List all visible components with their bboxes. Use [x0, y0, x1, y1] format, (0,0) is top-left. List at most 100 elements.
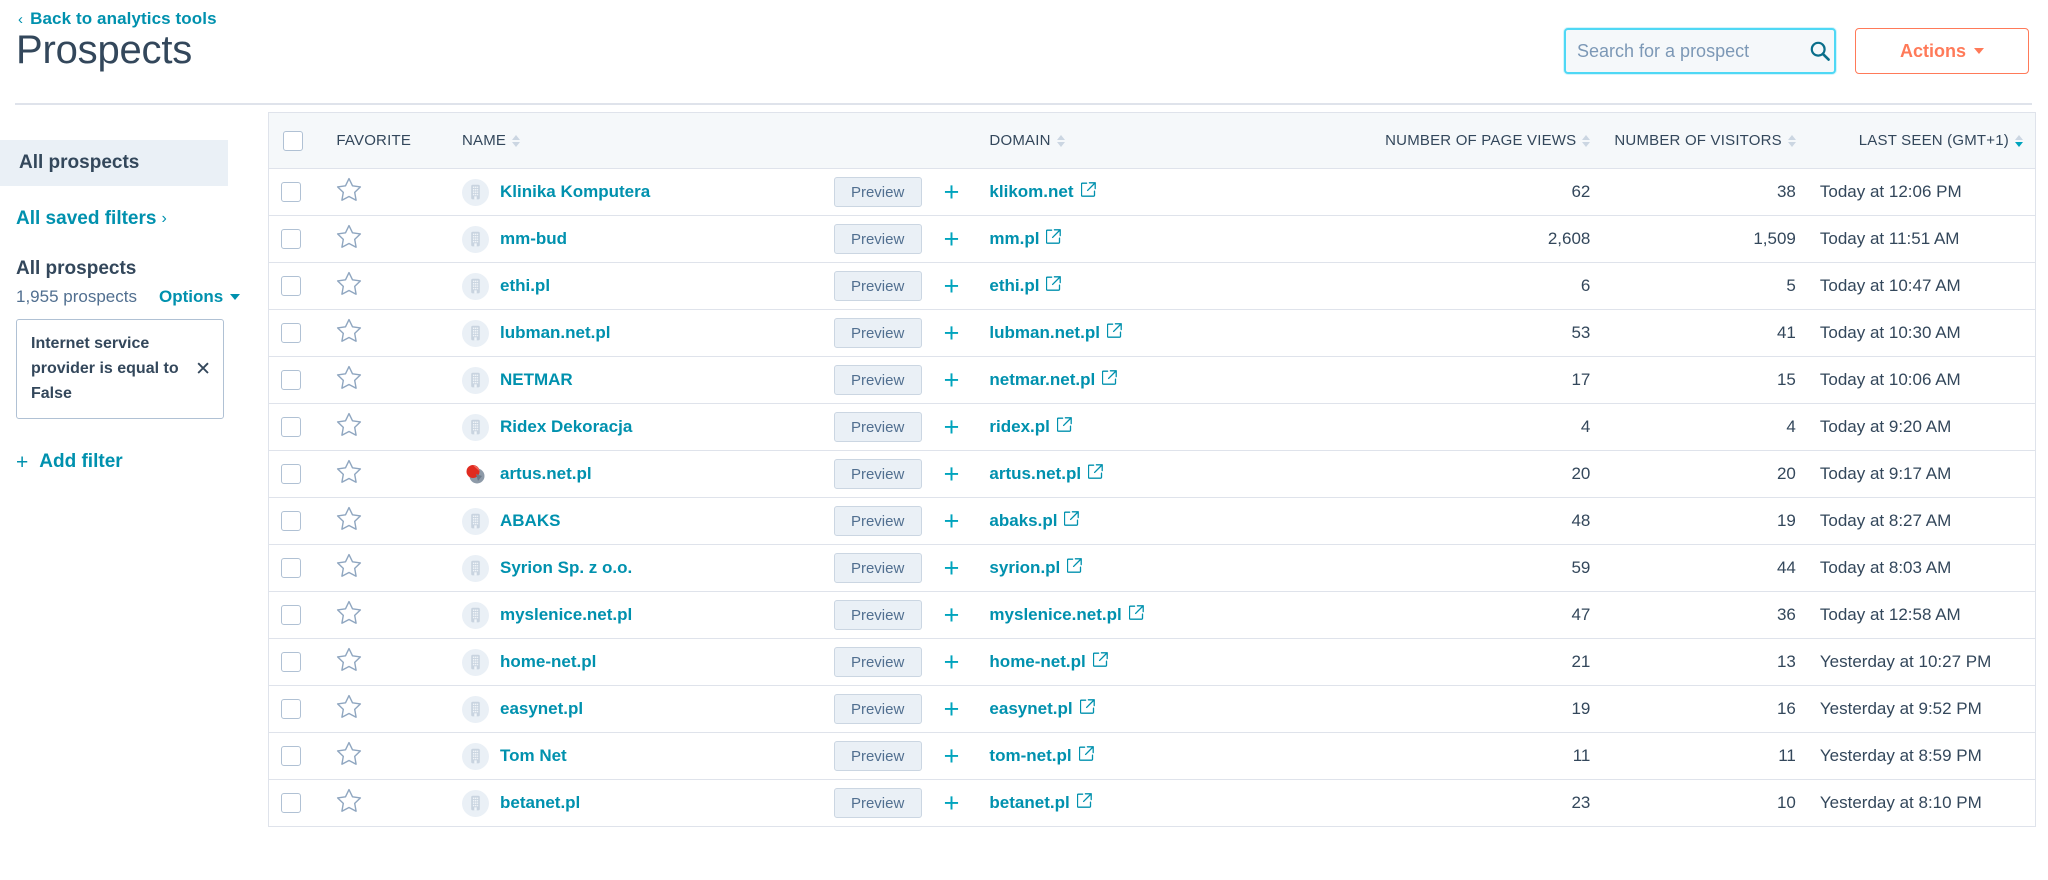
- row-checkbox[interactable]: [281, 652, 301, 672]
- back-to-analytics-tools-link[interactable]: ‹ Back to analytics tools: [18, 9, 217, 29]
- domain-link[interactable]: netmar.net.pl: [989, 370, 1095, 390]
- table-row[interactable]: betanet.pl Preview + betanet.pl 23 10 Yesterda…: [269, 780, 2036, 827]
- preview-button[interactable]: Preview: [833, 177, 922, 207]
- preview-button[interactable]: Preview: [833, 412, 922, 442]
- domain-link[interactable]: ridex.pl: [989, 417, 1049, 437]
- preview-button[interactable]: Preview: [833, 318, 922, 348]
- star-outline-icon[interactable]: [336, 177, 438, 207]
- column-header-visitors[interactable]: NUMBER OF VISITORS: [1602, 112, 1808, 169]
- star-outline-icon[interactable]: [336, 412, 438, 442]
- star-outline-icon[interactable]: [336, 459, 438, 489]
- table-row[interactable]: NETMAR Preview + netmar.net.pl 17 15 Today at …: [268, 356, 2036, 404]
- column-header-last-seen[interactable]: LAST SEEN (GMT+1): [1807, 112, 2036, 169]
- prospect-name-link[interactable]: Klinika Komputera: [500, 182, 650, 202]
- star-outline-icon[interactable]: [336, 506, 438, 536]
- row-checkbox[interactable]: [281, 276, 301, 296]
- plus-icon[interactable]: +: [944, 413, 960, 441]
- options-dropdown[interactable]: Options: [159, 287, 241, 307]
- prospect-name-link[interactable]: ABAKS: [500, 511, 560, 531]
- prospect-name-link[interactable]: easynet.pl: [500, 699, 583, 719]
- plus-icon[interactable]: +: [944, 460, 960, 488]
- external-link-icon[interactable]: [1046, 276, 1062, 296]
- domain-link[interactable]: ethi.pl: [989, 276, 1039, 296]
- add-filter-button[interactable]: + Add filter: [16, 451, 268, 473]
- domain-link[interactable]: abaks.pl: [989, 511, 1057, 531]
- row-checkbox[interactable]: [281, 182, 301, 202]
- plus-icon[interactable]: +: [944, 742, 960, 770]
- row-checkbox[interactable]: [281, 370, 301, 390]
- plus-icon[interactable]: +: [944, 178, 960, 206]
- preview-button[interactable]: Preview: [833, 506, 922, 536]
- domain-link[interactable]: home-net.pl: [989, 652, 1085, 672]
- table-row[interactable]: mm-bud Preview + mm.pl 2,608 1,509 Today at 11…: [268, 215, 2036, 263]
- prospect-name-link[interactable]: mm-bud: [500, 229, 567, 249]
- star-outline-icon[interactable]: [336, 694, 438, 724]
- external-link-icon[interactable]: [1056, 417, 1072, 437]
- prospect-name-link[interactable]: home-net.pl: [500, 652, 596, 672]
- external-link-icon[interactable]: [1087, 464, 1103, 484]
- prospect-name-link[interactable]: artus.net.pl: [500, 464, 592, 484]
- row-checkbox[interactable]: [281, 323, 301, 343]
- prospect-name-link[interactable]: Syrion Sp. z o.o.: [500, 558, 632, 578]
- preview-button[interactable]: Preview: [833, 600, 922, 630]
- preview-button[interactable]: Preview: [833, 459, 922, 489]
- external-link-icon[interactable]: [1064, 511, 1080, 531]
- star-outline-icon[interactable]: [336, 318, 438, 348]
- preview-button[interactable]: Preview: [833, 553, 922, 583]
- column-header-page-views[interactable]: NUMBER OF PAGE VIEWS: [1344, 112, 1603, 169]
- preview-button[interactable]: Preview: [833, 271, 922, 301]
- external-link-icon[interactable]: [1076, 793, 1092, 813]
- prospect-name-link[interactable]: Tom Net: [500, 746, 567, 766]
- table-row[interactable]: Ridex Dekoracja Preview + ridex.pl 4 4 Today a…: [268, 403, 2036, 451]
- external-link-icon[interactable]: [1128, 605, 1144, 625]
- plus-icon[interactable]: +: [944, 507, 960, 535]
- preview-button[interactable]: Preview: [833, 788, 922, 818]
- search-input[interactable]: [1577, 40, 1809, 62]
- sort-arrows-icon[interactable]: [1056, 134, 1065, 147]
- actions-button[interactable]: Actions: [1855, 28, 2029, 74]
- column-header-domain[interactable]: DOMAIN: [977, 112, 1345, 169]
- row-checkbox[interactable]: [281, 746, 301, 766]
- select-all-checkbox[interactable]: [283, 130, 303, 151]
- table-row[interactable]: myslenice.net.pl Preview + myslenice.net.pl…: [268, 591, 2036, 639]
- prospect-name-link[interactable]: betanet.pl: [500, 793, 580, 813]
- table-row[interactable]: home-net.pl Preview + home-net.pl 21 13 Yester…: [268, 638, 2036, 686]
- domain-link[interactable]: lubman.net.pl: [989, 323, 1100, 343]
- domain-link[interactable]: artus.net.pl: [989, 464, 1081, 484]
- plus-icon[interactable]: +: [944, 319, 960, 347]
- star-outline-icon[interactable]: [336, 271, 438, 301]
- table-row[interactable]: lubman.net.pl Preview + lubman.net.pl 53 41 To…: [268, 309, 2036, 357]
- domain-link[interactable]: tom-net.pl: [989, 746, 1071, 766]
- star-outline-icon[interactable]: [336, 224, 438, 254]
- prospect-name-link[interactable]: NETMAR: [500, 370, 573, 390]
- plus-icon[interactable]: +: [944, 272, 960, 300]
- external-link-icon[interactable]: [1106, 323, 1122, 343]
- preview-button[interactable]: Preview: [833, 694, 922, 724]
- plus-icon[interactable]: +: [944, 601, 960, 629]
- table-row[interactable]: ethi.pl Preview + ethi.pl 6 5 Today at 10:47 A…: [268, 262, 2036, 310]
- active-filter-chip[interactable]: Internet service provider is equal to Fa…: [16, 319, 224, 420]
- sort-arrows-icon[interactable]: [512, 134, 521, 147]
- row-checkbox[interactable]: [281, 417, 301, 437]
- domain-link[interactable]: mm.pl: [989, 229, 1039, 249]
- table-row[interactable]: Klinika Komputera Preview + klikom.net 62 38 T…: [268, 168, 2036, 216]
- search-icon[interactable]: [1809, 40, 1831, 62]
- domain-link[interactable]: klikom.net: [989, 182, 1073, 202]
- star-outline-icon[interactable]: [336, 788, 438, 818]
- table-row[interactable]: ABAKS Preview + abaks.pl 48 19 Today at 8:27 A…: [268, 497, 2036, 545]
- external-link-icon[interactable]: [1067, 558, 1083, 578]
- row-checkbox[interactable]: [281, 793, 301, 813]
- star-outline-icon[interactable]: [336, 365, 438, 395]
- external-link-icon[interactable]: [1080, 182, 1096, 202]
- row-checkbox[interactable]: [281, 229, 301, 249]
- table-row[interactable]: Tom Net Preview + tom-net.pl 11 11 Yesterday a…: [268, 732, 2036, 780]
- search-box[interactable]: [1564, 28, 1836, 74]
- all-saved-filters-link[interactable]: All saved filters ›: [0, 208, 268, 230]
- prospect-name-link[interactable]: lubman.net.pl: [500, 323, 611, 343]
- prospect-name-link[interactable]: ethi.pl: [500, 276, 550, 296]
- external-link-icon[interactable]: [1046, 229, 1062, 249]
- domain-link[interactable]: syrion.pl: [989, 558, 1060, 578]
- star-outline-icon[interactable]: [336, 741, 438, 771]
- table-row[interactable]: artus.net.pl Preview + artus.net.pl 20 20 Toda…: [268, 450, 2036, 498]
- table-row[interactable]: easynet.pl Preview + easynet.pl 19 16 Yesterda…: [268, 685, 2036, 733]
